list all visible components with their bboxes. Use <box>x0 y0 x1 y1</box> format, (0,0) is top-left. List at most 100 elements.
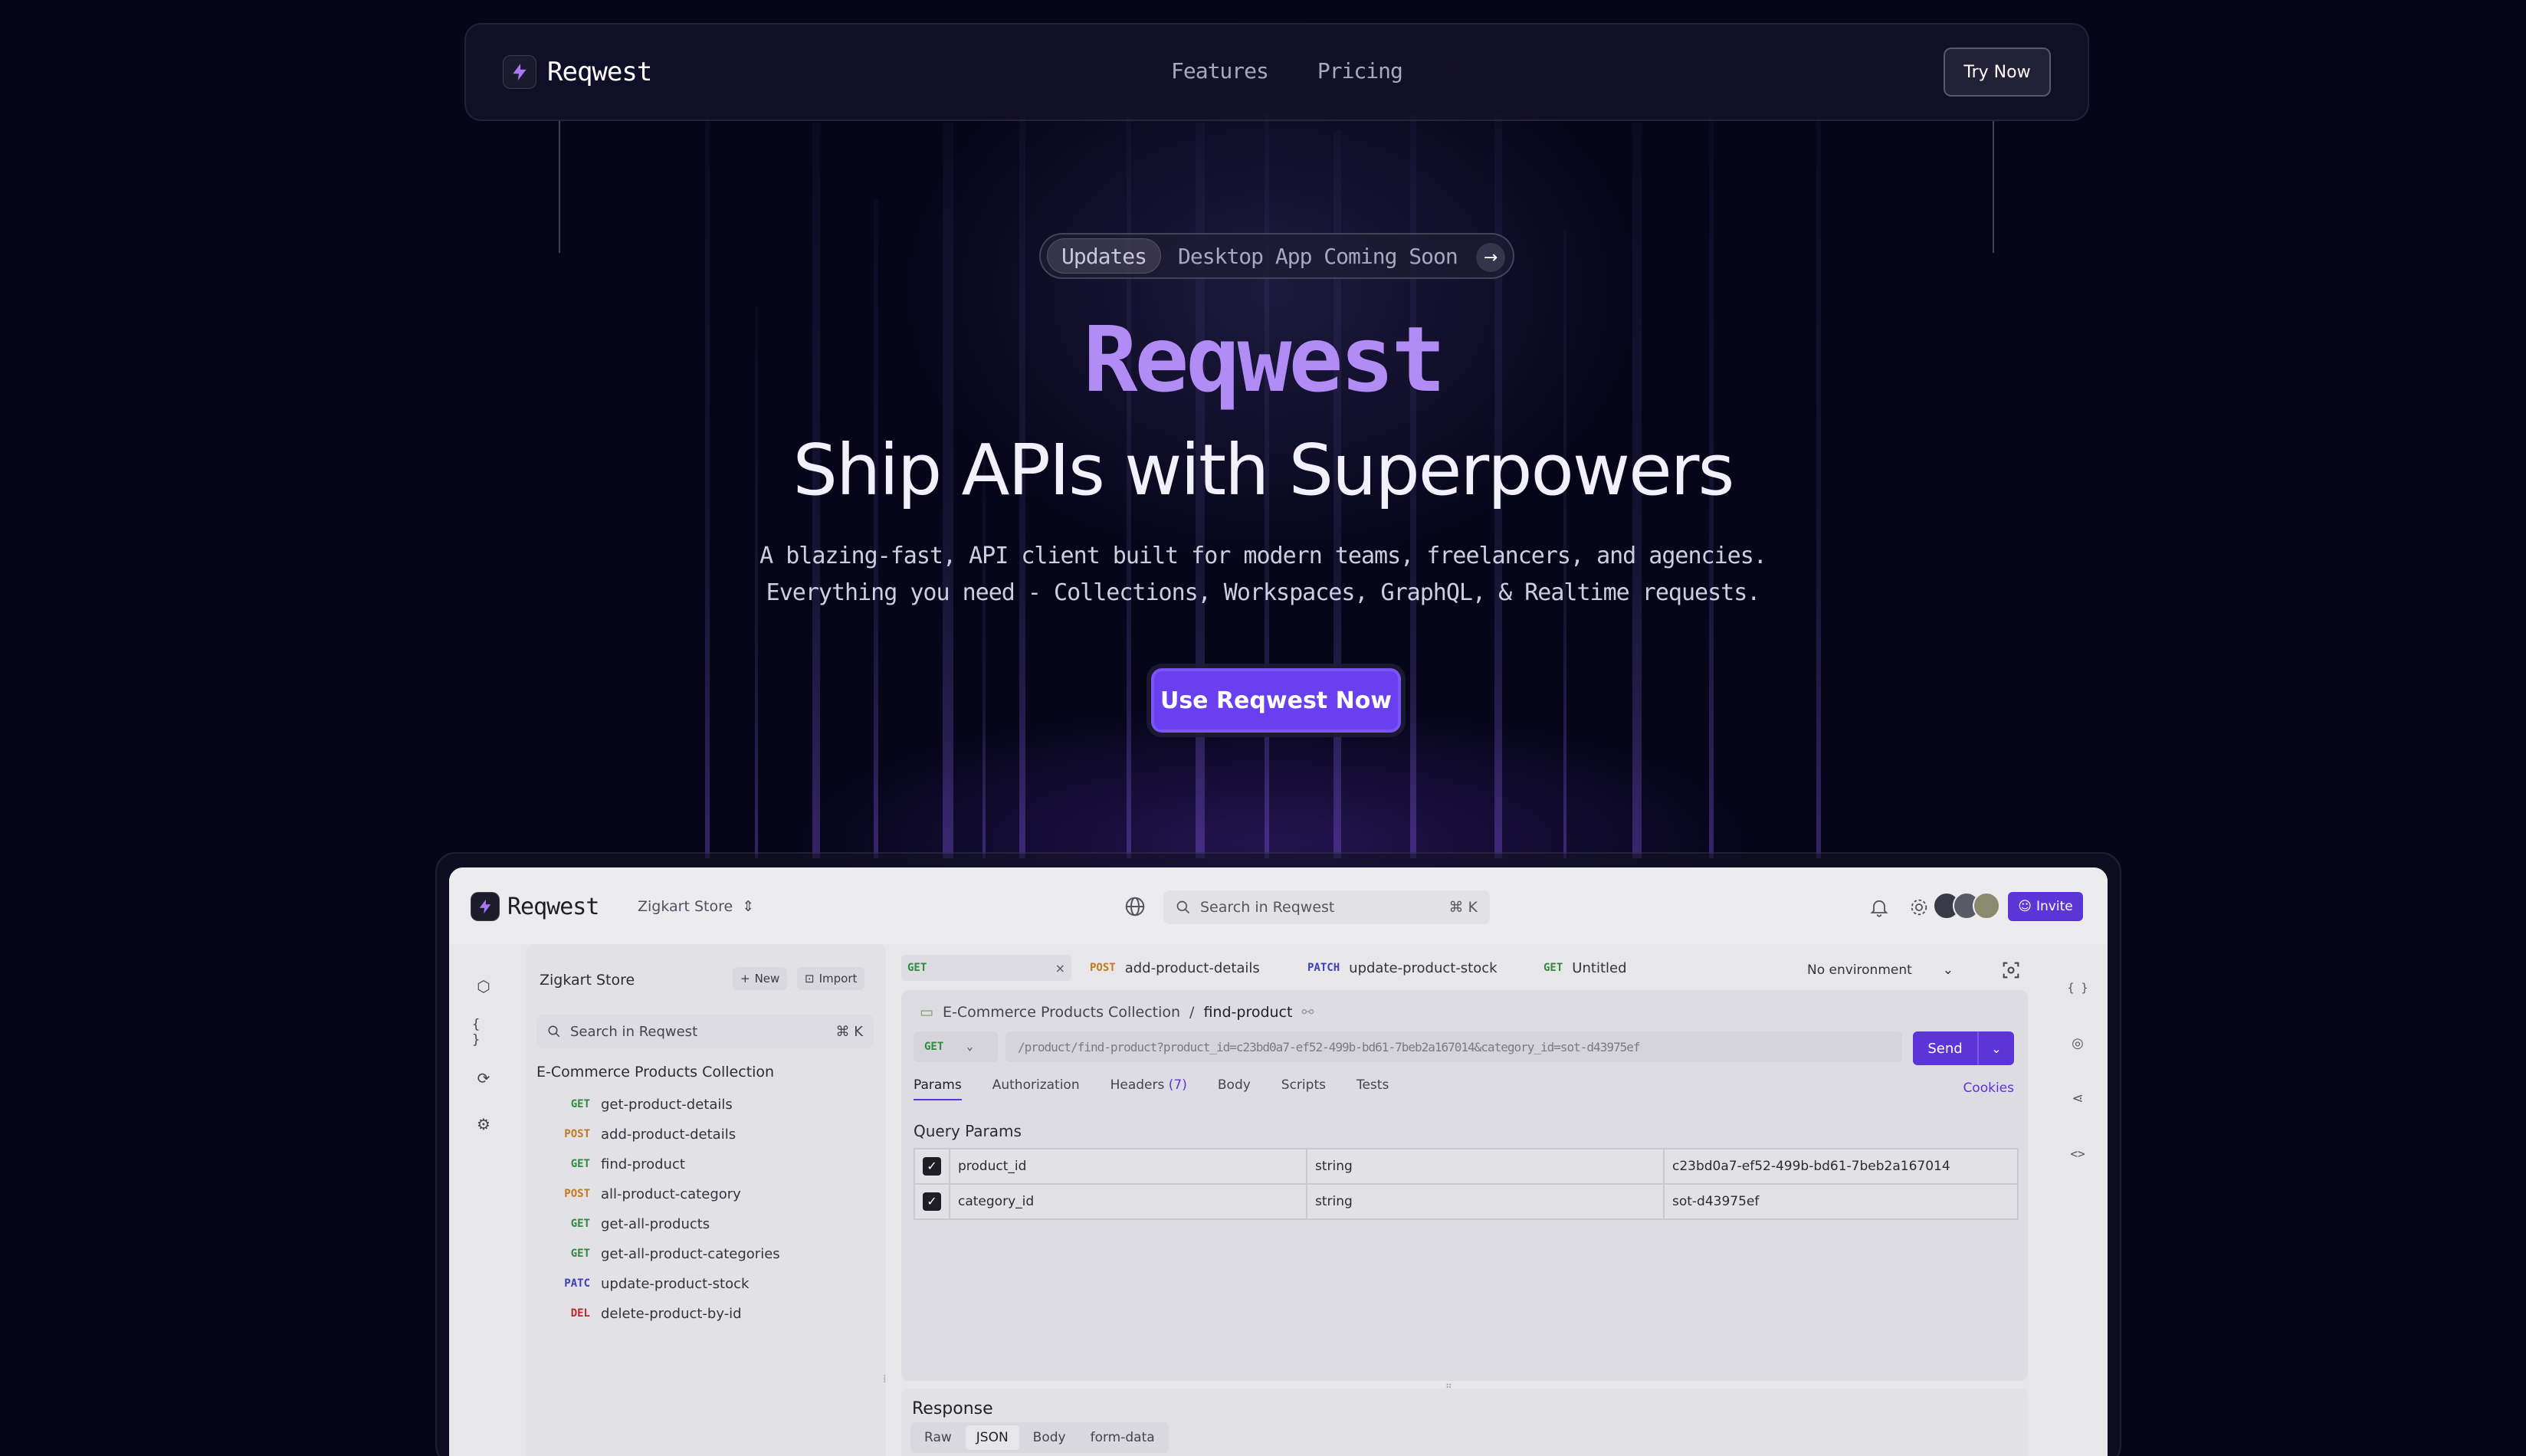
list-item[interactable]: GET get-all-products <box>556 1212 710 1235</box>
plus-icon: + <box>740 972 750 985</box>
sync-icon[interactable]: ⟳ <box>472 1067 495 1090</box>
list-item[interactable]: POST add-product-details <box>556 1123 736 1146</box>
sidebar-resize-handle[interactable]: ⁞ <box>883 1373 886 1385</box>
sidebar-title: Zigkart Store <box>540 972 635 989</box>
chevron-down-icon[interactable]: ⌄ <box>1977 1031 2014 1065</box>
user-plus-icon: ☺ <box>2018 899 2032 914</box>
method-select-value: GET <box>924 1041 944 1053</box>
request-name: all-product-category <box>601 1185 741 1202</box>
avatar <box>1973 892 2000 920</box>
close-icon[interactable]: × <box>1055 961 1065 976</box>
param-checkbox[interactable]: ✓ <box>923 1157 941 1176</box>
lightning-icon <box>503 55 536 89</box>
tab-body[interactable]: Body <box>1022 1425 1077 1450</box>
url-input[interactable]: /product/find-product?product_id=c23bd0a… <box>1005 1031 1902 1062</box>
tab-active-request[interactable]: GET × <box>901 955 1071 981</box>
breadcrumb-collection[interactable]: E-Commerce Products Collection <box>943 1004 1180 1021</box>
code-icon[interactable]: <> <box>2066 1142 2089 1165</box>
tab-form-data[interactable]: form-data <box>1080 1425 1166 1450</box>
breadcrumb-separator: / <box>1189 1004 1195 1021</box>
list-item[interactable]: POST all-product-category <box>556 1182 741 1205</box>
method-badge: GET <box>1543 962 1563 974</box>
tab-scripts[interactable]: Scripts <box>1281 1077 1326 1100</box>
param-value[interactable]: c23bd0a7-ef52-499b-bd61-7beb2a167014 <box>1663 1148 2019 1185</box>
app-preview: Reqwest Zigkart Store ⇕ Search in Reqwes… <box>449 867 2108 1456</box>
breadcrumb-request: find-product <box>1203 1004 1293 1021</box>
workspace-selector[interactable]: Zigkart Store ⇕ <box>638 898 754 915</box>
globe-icon[interactable] <box>1124 895 1147 918</box>
chevron-down-icon: ⌄ <box>1942 962 1954 978</box>
sidebar-search-placeholder: Search in Reqwest <box>570 1023 698 1040</box>
tab-tests[interactable]: Tests <box>1356 1077 1389 1100</box>
list-item[interactable]: GET get-all-product-categories <box>556 1242 780 1265</box>
method-badge: GET <box>907 962 927 974</box>
param-value[interactable]: sot-d43975ef <box>1663 1183 2019 1220</box>
sidebar-search-input[interactable]: Search in Reqwest ⌘ K <box>536 1015 874 1048</box>
param-checkbox[interactable]: ✓ <box>923 1192 941 1211</box>
environment-label: No environment <box>1807 962 1912 978</box>
settings-icon[interactable]: ⚙ <box>472 1113 495 1136</box>
param-key[interactable]: product_id <box>949 1148 1307 1185</box>
tab-untitled[interactable]: GET Untitled <box>1543 955 1627 981</box>
tab-headers-label: Headers <box>1110 1077 1165 1093</box>
decorative-line-left <box>559 121 560 253</box>
collaborator-avatars[interactable] <box>1933 892 2000 920</box>
app-logo[interactable]: Reqwest <box>471 892 599 921</box>
tab-add-product-details[interactable]: POST add-product-details <box>1090 955 1260 981</box>
cookies-link[interactable]: Cookies <box>1963 1081 2014 1096</box>
send-button[interactable]: Send ⌄ <box>1913 1031 2014 1065</box>
request-name: get-all-product-categories <box>601 1245 780 1262</box>
nav-link-pricing[interactable]: Pricing <box>1317 58 1403 84</box>
tab-raw[interactable]: Raw <box>914 1425 963 1450</box>
method-badge: GET <box>570 1218 590 1230</box>
response-panel: Response Raw JSON Body form-data <box>901 1389 2028 1456</box>
import-button[interactable]: ⊡ Import <box>797 967 865 990</box>
request-name: find-product <box>601 1156 685 1172</box>
updates-text: Desktop App Coming Soon <box>1178 243 1458 269</box>
cube-icon[interactable]: ⬡ <box>472 975 495 998</box>
collection-name[interactable]: E-Commerce Products Collection <box>536 1064 774 1081</box>
tab-update-product-stock[interactable]: PATCH update-product-stock <box>1307 955 1498 981</box>
environment-selector[interactable]: No environment ⌄ <box>1807 962 1954 978</box>
tab-name: Untitled <box>1572 959 1627 976</box>
tab-authorization[interactable]: Authorization <box>992 1077 1080 1100</box>
list-item[interactable]: PATC update-product-stock <box>556 1272 749 1295</box>
list-item[interactable]: DEL delete-product-by-id <box>556 1302 742 1325</box>
bell-icon[interactable] <box>1868 897 1890 918</box>
app-brand: Reqwest <box>507 893 599 920</box>
method-select[interactable]: GET ⌄ <box>914 1031 998 1062</box>
tab-json[interactable]: JSON <box>965 1425 1019 1450</box>
braces-icon[interactable]: { } <box>472 1017 495 1048</box>
method-badge: GET <box>570 1098 590 1110</box>
nav-links: Features Pricing <box>1171 58 1403 84</box>
link-icon[interactable]: ⚯ <box>1301 1004 1314 1021</box>
screenshot-icon[interactable] <box>2000 959 2022 981</box>
use-reqwest-now-button[interactable]: Use Reqwest Now <box>1151 668 1401 733</box>
tab-params[interactable]: Params <box>914 1077 962 1100</box>
method-badge: POST <box>564 1128 590 1140</box>
nav-link-features[interactable]: Features <box>1171 58 1269 84</box>
decorative-line-right <box>1993 121 1994 253</box>
list-item[interactable]: GET find-product <box>556 1153 685 1176</box>
try-now-button[interactable]: Try Now <box>1944 48 2051 97</box>
share-icon[interactable]: ⋖ <box>2066 1087 2089 1110</box>
param-key[interactable]: category_id <box>949 1183 1307 1220</box>
param-type[interactable]: string <box>1306 1183 1665 1220</box>
method-badge: PATCH <box>1307 962 1340 974</box>
search-icon <box>548 1025 560 1038</box>
param-type[interactable]: string <box>1306 1148 1665 1185</box>
list-item[interactable]: GET get-product-details <box>556 1093 733 1116</box>
target-icon[interactable]: ◎ <box>2066 1031 2089 1054</box>
tab-headers[interactable]: Headers (7) <box>1110 1077 1187 1100</box>
invite-button[interactable]: ☺ Invite <box>2008 892 2083 921</box>
new-button[interactable]: + New <box>733 967 788 990</box>
table-row: ✓ product_id string c23bd0a7-ef52-499b-b… <box>914 1148 2019 1185</box>
app-search-input[interactable]: Search in Reqwest ⌘ K <box>1163 890 1490 924</box>
updates-pill[interactable]: Updates Desktop App Coming Soon → <box>1039 233 1514 279</box>
nav-logo[interactable]: Reqwest <box>503 55 652 89</box>
gear-icon[interactable] <box>1908 897 1930 918</box>
headers-count: (7) <box>1168 1077 1187 1093</box>
tab-body[interactable]: Body <box>1218 1077 1251 1100</box>
method-badge: POST <box>1090 962 1116 974</box>
braces-icon[interactable]: { } <box>2066 976 2089 999</box>
